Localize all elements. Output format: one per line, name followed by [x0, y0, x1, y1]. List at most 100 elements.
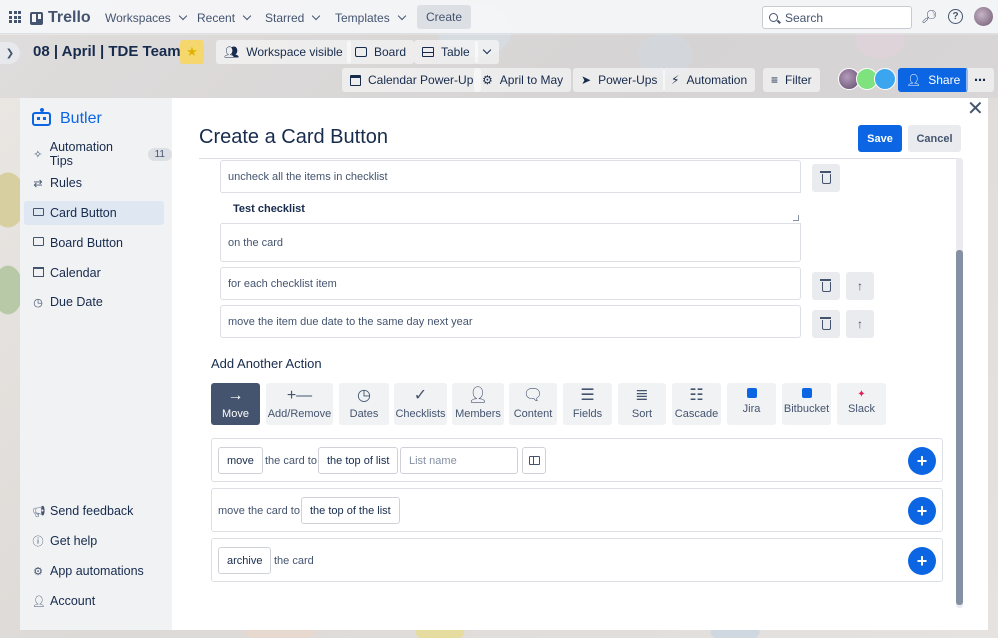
add-action-button[interactable]: + [908, 497, 936, 525]
position-dropdown[interactable]: the top of list [318, 447, 399, 474]
create-card-button-panel: ✕ Create a Card Button Save Cancel unche… [172, 98, 988, 630]
page-title: Create a Card Button [199, 126, 388, 148]
top-navigation-bar: Trello Workspaces Recent Starred Templat… [0, 0, 998, 34]
action-type-dates[interactable]: ◷ Dates [339, 383, 389, 425]
table-view-button[interactable]: Table [414, 40, 478, 64]
action-type-checklists[interactable]: ✓ Checklists [394, 383, 447, 425]
scrollbar[interactable] [956, 158, 963, 608]
app-switcher-icon[interactable] [9, 11, 21, 23]
board-title[interactable]: 08 | April | TDE Team [33, 43, 181, 60]
user-avatar[interactable] [974, 7, 993, 26]
action-type-jira[interactable]: Jira [727, 383, 776, 425]
action-type-move[interactable]: → Move [211, 383, 260, 425]
add-action-button[interactable]: + [908, 547, 936, 575]
action-type-members[interactable]: 👤︎ Members [452, 383, 504, 425]
sidebar-item-rules[interactable]: ⇄ Rules [32, 171, 172, 195]
star-button[interactable]: ★ [180, 40, 204, 64]
chevron-down-icon [397, 11, 406, 20]
person-icon: 👤︎ [467, 387, 489, 404]
calendar-powerup-button[interactable]: Calendar Power-Up [342, 68, 482, 92]
board-header: ❯ 08 | April | TDE Team ★ 👥︎ Workspace vi… [0, 35, 998, 98]
share-button[interactable]: 👤︎ Share [898, 68, 969, 92]
action-type-content[interactable]: 🗨︎ Content [509, 383, 557, 425]
help-icon[interactable]: ? [948, 9, 963, 24]
cancel-button[interactable]: Cancel [908, 125, 961, 152]
nav-label: Workspaces [105, 10, 171, 25]
action-type-add-remove[interactable]: +— Add/Remove [266, 383, 333, 425]
board-icon [32, 237, 44, 249]
checklist-name-field[interactable]: Test checklist [221, 192, 801, 224]
visibility-button[interactable]: 👥︎ Workspace visible [216, 40, 351, 64]
notifications-icon[interactable]: 🔎︎ [921, 9, 938, 25]
action-type-sort[interactable]: ≣ Sort [618, 383, 666, 425]
trash-icon [819, 171, 831, 184]
move-up-button[interactable]: ↑ [846, 310, 874, 338]
create-label: Create [426, 10, 463, 24]
automation-button[interactable]: ⚡︎ Automation [663, 68, 756, 92]
sidebar-item-account[interactable]: 👤︎ Account [32, 589, 172, 613]
sidebar-item-label: Get help [50, 534, 98, 548]
archive-dropdown[interactable]: archive [218, 547, 272, 574]
sidebar-item-app-automations[interactable]: ⚙︎ App automations [32, 559, 172, 583]
sidebar-item-board-button[interactable]: Board Button [32, 231, 172, 255]
delete-action-button[interactable] [812, 310, 840, 338]
nav-recent[interactable]: Recent [197, 6, 252, 29]
position-dropdown[interactable]: the top of the list [301, 497, 400, 524]
member-avatar[interactable] [874, 68, 896, 90]
sidebar-item-automation-tips[interactable]: ✧ Automation Tips 11 [32, 140, 172, 168]
delete-action-button[interactable] [812, 164, 840, 192]
nav-starred[interactable]: Starred [265, 6, 321, 29]
search-input[interactable]: Search [762, 6, 912, 29]
action-type-label: Cascade [674, 408, 719, 420]
checkmark-icon: ✓ [413, 387, 428, 404]
create-button[interactable]: Create [417, 5, 472, 29]
more-views-button[interactable] [475, 40, 499, 64]
sidebar-item-card-button[interactable]: Card Button [24, 201, 164, 225]
trello-logo-icon [30, 11, 43, 25]
sidebar-item-due-date[interactable]: ◷ Due Date [32, 290, 172, 314]
sidebar-item-calendar[interactable]: Calendar [32, 261, 172, 285]
search-icon [769, 13, 781, 24]
trello-logo[interactable]: Trello [30, 9, 91, 27]
filter-label: Filter [785, 73, 812, 87]
list-name-input[interactable]: List name [400, 447, 518, 474]
board-menu-button[interactable]: ⋯ [966, 68, 994, 92]
automation-label: Automation [686, 73, 748, 87]
fields-icon: ☰ [580, 387, 595, 404]
option-text: the card to [265, 454, 317, 467]
board-view-button[interactable]: Board [347, 40, 415, 64]
nav-templates[interactable]: Templates [335, 6, 406, 29]
nav-workspaces[interactable]: Workspaces [105, 6, 188, 29]
filter-button[interactable]: ≡ Filter [763, 68, 820, 92]
sidebar-item-label: Automation Tips [49, 140, 113, 168]
resize-handle-icon[interactable] [793, 215, 799, 221]
save-button[interactable]: Save [858, 125, 902, 152]
action-type-fields[interactable]: ☰ Fields [563, 383, 612, 425]
action-for-each-checklist-item: for each checklist item [220, 267, 801, 300]
close-icon[interactable]: ✕ [967, 99, 984, 119]
trash-icon [819, 279, 831, 292]
scrollbar-thumb[interactable] [956, 250, 963, 605]
move-dropdown[interactable]: move [218, 447, 263, 474]
action-type-bitbucket[interactable]: Bitbucket [782, 383, 831, 425]
header-divider [199, 158, 961, 159]
option-text: the card [274, 554, 314, 567]
powerups-button[interactable]: ➤ Power-Ups [573, 68, 666, 92]
megaphone-icon: 📢︎ [32, 505, 46, 518]
arrow-up-icon: ↑ [857, 317, 863, 331]
gear-icon: ⚙︎ [482, 73, 493, 87]
expand-sidebar-button[interactable]: ❯ [0, 42, 20, 64]
action-type-cascade[interactable]: ☷ Cascade [672, 383, 721, 425]
powerups-label: Power-Ups [598, 73, 658, 87]
delete-action-button[interactable] [812, 272, 840, 300]
action-text: move the item due date to the same day n… [228, 315, 473, 328]
april-to-may-button[interactable]: ⚙︎ April to May [474, 68, 572, 92]
sidebar-item-get-help[interactable]: ⓘ Get help [32, 529, 172, 553]
comment-icon: 🗨︎ [522, 387, 544, 404]
action-type-label: Sort [631, 408, 653, 420]
add-action-button[interactable]: + [908, 447, 936, 475]
sidebar-item-send-feedback[interactable]: 📢︎ Send feedback [32, 499, 172, 523]
action-type-slack[interactable]: ✦ Slack [837, 383, 886, 425]
move-up-button[interactable]: ↑ [846, 272, 874, 300]
list-picker-button[interactable] [522, 447, 546, 474]
